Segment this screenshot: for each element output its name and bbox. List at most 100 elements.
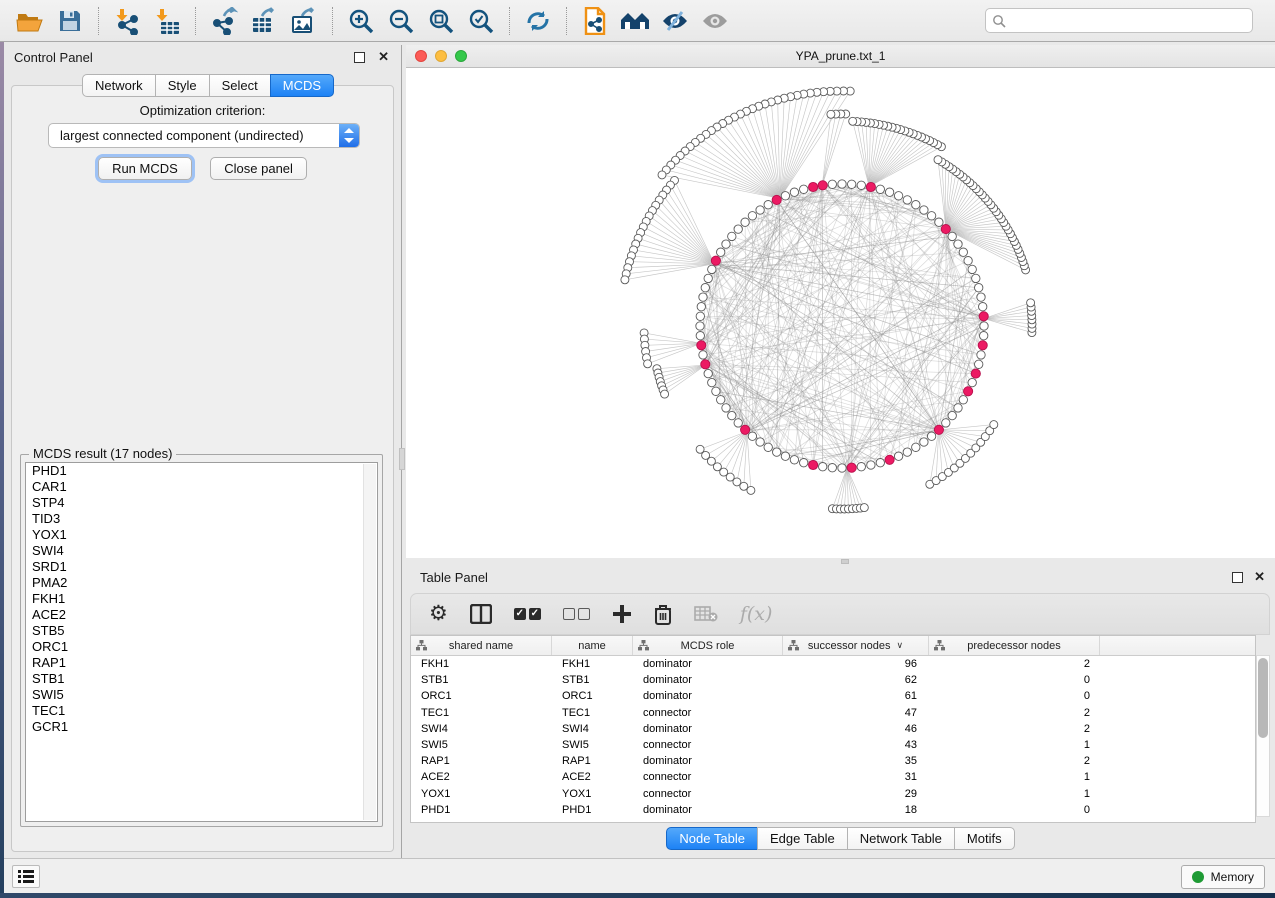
delete-table-icon[interactable] bbox=[694, 606, 718, 622]
cell-successor-nodes[interactable]: 31 bbox=[783, 769, 929, 785]
mcds-list-scrollbar[interactable] bbox=[363, 464, 376, 820]
apply-layout-icon[interactable] bbox=[518, 4, 558, 38]
mcds-result-item[interactable]: STP4 bbox=[26, 495, 377, 511]
cell-shared-name[interactable]: RAP1 bbox=[411, 753, 552, 769]
cell-predecessor-nodes[interactable]: 0 bbox=[929, 688, 1100, 704]
close-panel-button[interactable]: Close panel bbox=[210, 157, 307, 180]
cell-predecessor-nodes[interactable]: 0 bbox=[929, 802, 1100, 818]
cell-name[interactable]: PHD1 bbox=[552, 802, 633, 818]
table-row[interactable]: ORC1ORC1dominator610 bbox=[411, 688, 1255, 704]
tab-network-table[interactable]: Network Table bbox=[847, 827, 955, 850]
cell-predecessor-nodes[interactable]: 2 bbox=[929, 721, 1100, 737]
table-scrollbar-thumb[interactable] bbox=[1258, 658, 1268, 738]
new-network-from-selection-icon[interactable] bbox=[575, 4, 615, 38]
cell-predecessor-nodes[interactable]: 0 bbox=[929, 672, 1100, 688]
table-row[interactable]: YOX1YOX1connector291 bbox=[411, 786, 1255, 802]
horizontal-splitter[interactable] bbox=[406, 558, 1275, 565]
cell-successor-nodes[interactable]: 61 bbox=[783, 688, 929, 704]
table-scrollbar[interactable] bbox=[1256, 655, 1270, 817]
cell-shared-name[interactable]: STB1 bbox=[411, 672, 552, 688]
cell-predecessor-nodes[interactable]: 1 bbox=[929, 737, 1100, 753]
mcds-result-item[interactable]: STB1 bbox=[26, 671, 377, 687]
horizontal-splitter-handle[interactable] bbox=[841, 559, 849, 564]
mcds-result-item[interactable]: YOX1 bbox=[26, 527, 377, 543]
cell-name[interactable]: TEC1 bbox=[552, 705, 633, 721]
cell-predecessor-nodes[interactable]: 2 bbox=[929, 656, 1100, 672]
cell-name[interactable]: STB1 bbox=[552, 672, 633, 688]
tab-select[interactable]: Select bbox=[209, 74, 271, 97]
show-columns-icon[interactable] bbox=[470, 604, 492, 624]
cell-name[interactable]: ACE2 bbox=[552, 769, 633, 785]
cell-mcds-role[interactable]: dominator bbox=[633, 753, 783, 769]
cell-predecessor-nodes[interactable]: 2 bbox=[929, 753, 1100, 769]
table-row[interactable]: RAP1RAP1dominator352 bbox=[411, 753, 1255, 769]
tab-style[interactable]: Style bbox=[155, 74, 210, 97]
zoom-selected-icon[interactable] bbox=[461, 4, 501, 38]
table-row[interactable]: SWI5SWI5connector431 bbox=[411, 737, 1255, 753]
cell-successor-nodes[interactable]: 18 bbox=[783, 802, 929, 818]
import-table-icon[interactable] bbox=[147, 4, 187, 38]
float-panel-icon[interactable] bbox=[354, 52, 365, 63]
open-session-icon[interactable] bbox=[10, 4, 50, 38]
delete-column-icon[interactable] bbox=[654, 604, 672, 625]
export-table-icon[interactable] bbox=[244, 4, 284, 38]
cell-shared-name[interactable]: PHD1 bbox=[411, 802, 552, 818]
close-table-panel-icon[interactable]: ✕ bbox=[1254, 569, 1265, 585]
cell-successor-nodes[interactable]: 62 bbox=[783, 672, 929, 688]
mcds-result-item[interactable]: SRD1 bbox=[26, 559, 377, 575]
table-row[interactable]: TEC1TEC1connector472 bbox=[411, 705, 1255, 721]
cell-shared-name[interactable]: ORC1 bbox=[411, 688, 552, 704]
cell-shared-name[interactable]: ACE2 bbox=[411, 769, 552, 785]
cell-name[interactable]: YOX1 bbox=[552, 786, 633, 802]
table-row[interactable]: SWI4SWI4dominator462 bbox=[411, 721, 1255, 737]
tab-mcds[interactable]: MCDS bbox=[270, 74, 334, 97]
import-network-icon[interactable] bbox=[107, 4, 147, 38]
mcds-result-item[interactable]: GCR1 bbox=[26, 719, 377, 735]
task-history-button[interactable] bbox=[12, 865, 40, 888]
cell-predecessor-nodes[interactable]: 2 bbox=[929, 705, 1100, 721]
cell-mcds-role[interactable]: connector bbox=[633, 786, 783, 802]
cell-successor-nodes[interactable]: 47 bbox=[783, 705, 929, 721]
cell-name[interactable]: RAP1 bbox=[552, 753, 633, 769]
mcds-result-item[interactable]: CAR1 bbox=[26, 479, 377, 495]
table-row[interactable]: PHD1PHD1dominator180 bbox=[411, 802, 1255, 818]
zoom-out-icon[interactable] bbox=[381, 4, 421, 38]
zoom-in-icon[interactable] bbox=[341, 4, 381, 38]
cell-shared-name[interactable]: SWI4 bbox=[411, 721, 552, 737]
table-row[interactable]: FKH1FKH1dominator962 bbox=[411, 656, 1255, 672]
column-header-successor-nodes[interactable]: successor nodes∨ bbox=[783, 636, 929, 655]
export-image-icon[interactable] bbox=[284, 4, 324, 38]
save-session-icon[interactable] bbox=[50, 4, 90, 38]
mcds-result-item[interactable]: PHD1 bbox=[26, 463, 377, 479]
create-column-icon[interactable] bbox=[612, 604, 632, 624]
cell-mcds-role[interactable]: dominator bbox=[633, 802, 783, 818]
table-row[interactable]: STB1STB1dominator620 bbox=[411, 672, 1255, 688]
column-header-shared-name[interactable]: shared name bbox=[411, 636, 552, 655]
network-canvas[interactable] bbox=[406, 68, 1275, 558]
cell-successor-nodes[interactable]: 35 bbox=[783, 753, 929, 769]
cell-mcds-role[interactable]: dominator bbox=[633, 672, 783, 688]
export-network-icon[interactable] bbox=[204, 4, 244, 38]
first-neighbors-icon[interactable] bbox=[615, 4, 655, 38]
criterion-select[interactable]: largest connected component (undirected) bbox=[48, 123, 360, 148]
mcds-result-item[interactable]: ACE2 bbox=[26, 607, 377, 623]
window-maximize-icon[interactable] bbox=[455, 50, 467, 62]
tab-motifs[interactable]: Motifs bbox=[954, 827, 1015, 850]
close-panel-icon[interactable]: ✕ bbox=[378, 49, 389, 65]
mcds-result-item[interactable]: SWI5 bbox=[26, 687, 377, 703]
column-header-name[interactable]: name bbox=[552, 636, 633, 655]
cell-predecessor-nodes[interactable]: 1 bbox=[929, 769, 1100, 785]
search-box[interactable] bbox=[985, 8, 1253, 33]
cell-mcds-role[interactable]: connector bbox=[633, 705, 783, 721]
float-table-panel-icon[interactable] bbox=[1232, 572, 1243, 583]
select-all-columns-icon[interactable]: ✓✓ bbox=[514, 608, 541, 620]
cell-mcds-role[interactable]: dominator bbox=[633, 688, 783, 704]
window-close-icon[interactable] bbox=[415, 50, 427, 62]
cell-mcds-role[interactable]: connector bbox=[633, 737, 783, 753]
cell-shared-name[interactable]: TEC1 bbox=[411, 705, 552, 721]
mcds-result-item[interactable]: PMA2 bbox=[26, 575, 377, 591]
deselect-all-columns-icon[interactable] bbox=[563, 608, 590, 620]
run-mcds-button[interactable]: Run MCDS bbox=[98, 157, 192, 180]
mcds-result-item[interactable]: ORC1 bbox=[26, 639, 377, 655]
cell-successor-nodes[interactable]: 96 bbox=[783, 656, 929, 672]
